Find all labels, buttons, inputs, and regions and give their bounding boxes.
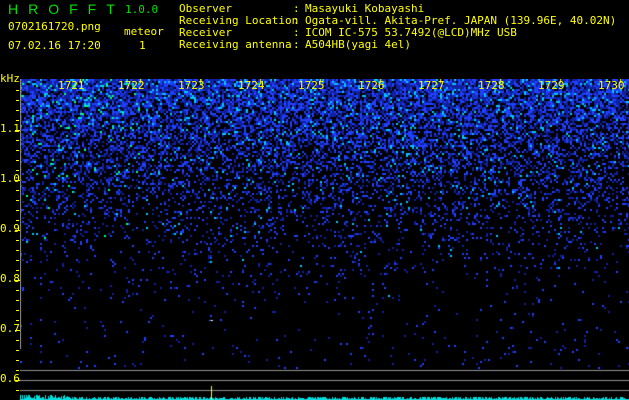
y-tick-mark <box>16 320 19 321</box>
y-tick-mark <box>15 180 20 181</box>
y-tick-mark <box>16 250 19 251</box>
y-tick-mark <box>16 150 19 151</box>
y-tick-mark <box>16 190 19 191</box>
time-tick-label: 1723 <box>178 79 205 92</box>
y-tick-mark <box>15 130 20 131</box>
y-tick-mark <box>16 240 19 241</box>
y-tick-mark <box>16 120 19 121</box>
time-tick-label: 1721 <box>58 79 85 92</box>
meteor-label: meteor <box>124 25 164 38</box>
y-tick-mark <box>15 380 20 381</box>
y-tick-mark <box>15 230 20 231</box>
y-tick-mark <box>16 210 19 211</box>
time-tick-label: 1729 <box>538 79 565 92</box>
y-tick-label: 0.7 <box>0 322 20 335</box>
y-tick-mark <box>16 290 19 291</box>
y-tick-mark <box>16 160 19 161</box>
y-tick-mark <box>16 350 19 351</box>
info-colon: : <box>293 38 300 51</box>
info-value: A504HB(yagi 4el) <box>305 38 411 51</box>
y-tick-mark <box>16 260 19 261</box>
filename: 0702161720.png <box>8 20 101 33</box>
y-tick-mark <box>16 370 19 371</box>
y-tick-label: 1.0 <box>0 172 20 185</box>
info-label: Receiving antenna <box>179 38 292 51</box>
app-title: HROFFT <box>8 1 125 17</box>
app-version: 1.0.0 <box>125 3 159 16</box>
y-tick-label: 1.1 <box>0 122 20 135</box>
y-tick-mark <box>16 100 19 101</box>
y-tick-mark <box>16 220 19 221</box>
time-tick-label: 1726 <box>358 79 385 92</box>
y-tick-mark <box>16 360 19 361</box>
time-tick-label: 1727 <box>418 79 445 92</box>
y-tick-mark <box>16 170 19 171</box>
meteor-count: 1 <box>139 39 146 52</box>
time-tick-label: 1730 <box>598 79 625 92</box>
y-tick-label: 0.8 <box>0 272 20 285</box>
y-tick-mark <box>16 390 19 391</box>
y-unit-label: kHz <box>0 72 20 85</box>
y-tick-mark <box>16 140 19 141</box>
y-tick-mark <box>16 310 19 311</box>
datetime: 07.02.16 17:20 <box>8 39 101 52</box>
y-tick-mark <box>16 340 19 341</box>
y-tick-mark <box>15 330 20 331</box>
spectrogram <box>20 79 629 400</box>
time-tick-label: 1724 <box>238 79 265 92</box>
y-tick-label: 0.9 <box>0 222 20 235</box>
y-tick-mark <box>16 200 19 201</box>
y-tick-mark <box>16 110 19 111</box>
y-tick-mark <box>16 270 19 271</box>
y-tick-label: 0.6 <box>0 372 20 385</box>
time-tick-label: 1728 <box>478 79 505 92</box>
y-tick-mark <box>16 300 19 301</box>
time-tick-label: 1722 <box>118 79 145 92</box>
y-tick-mark <box>15 280 20 281</box>
y-tick-mark <box>16 90 19 91</box>
time-tick-label: 1725 <box>298 79 325 92</box>
